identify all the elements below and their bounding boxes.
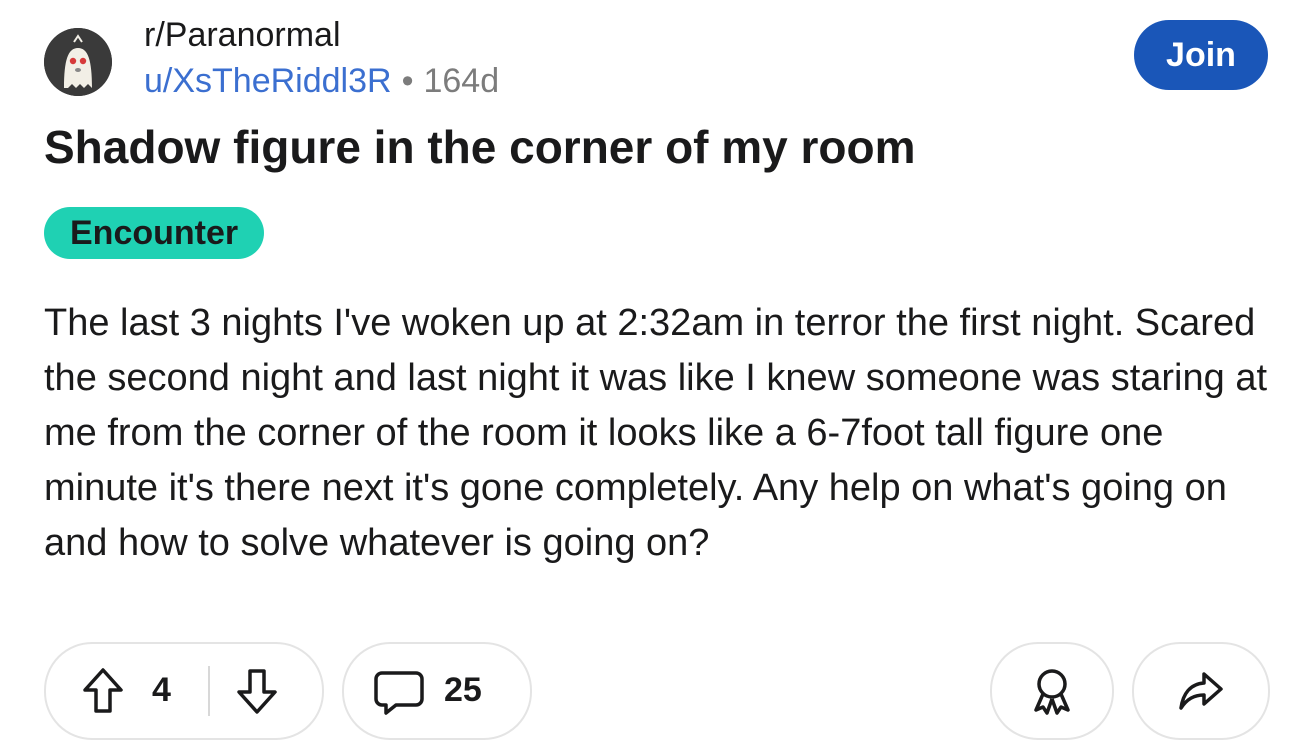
post-title: Shadow figure in the corner of my room <box>44 121 916 173</box>
vote-count: 4 <box>152 671 171 709</box>
award-button[interactable] <box>990 642 1114 740</box>
award-icon <box>1034 669 1070 715</box>
subreddit-avatar-icon[interactable] <box>44 28 112 96</box>
subreddit-name[interactable]: r/Paranormal <box>144 16 341 55</box>
comment-count: 25 <box>444 671 482 709</box>
separator-dot: • <box>401 62 414 100</box>
comments-button[interactable]: 25 <box>342 642 532 740</box>
vote-control: 4 <box>44 642 324 740</box>
arrow-up-icon[interactable] <box>82 667 124 715</box>
share-arrow-icon <box>1179 672 1223 710</box>
author-username[interactable]: u/XsTheRiddl3R <box>144 62 392 100</box>
speech-bubble-icon <box>374 671 424 715</box>
post-age: 164d <box>423 62 500 100</box>
post-flair[interactable]: Encounter <box>44 207 265 259</box>
vote-divider <box>208 666 210 716</box>
action-bar: 4 25 <box>44 642 1270 740</box>
post-body: The last 3 nights I've woken up at 2:32a… <box>44 302 1268 564</box>
share-button[interactable] <box>1132 642 1270 740</box>
join-button[interactable]: Join <box>1134 20 1268 90</box>
arrow-down-icon[interactable] <box>236 667 278 715</box>
post-header: r/Paranormal u/XsTheRiddl3R • 164d Join <box>44 10 1270 102</box>
author-line: u/XsTheRiddl3R • 164d <box>144 62 499 101</box>
